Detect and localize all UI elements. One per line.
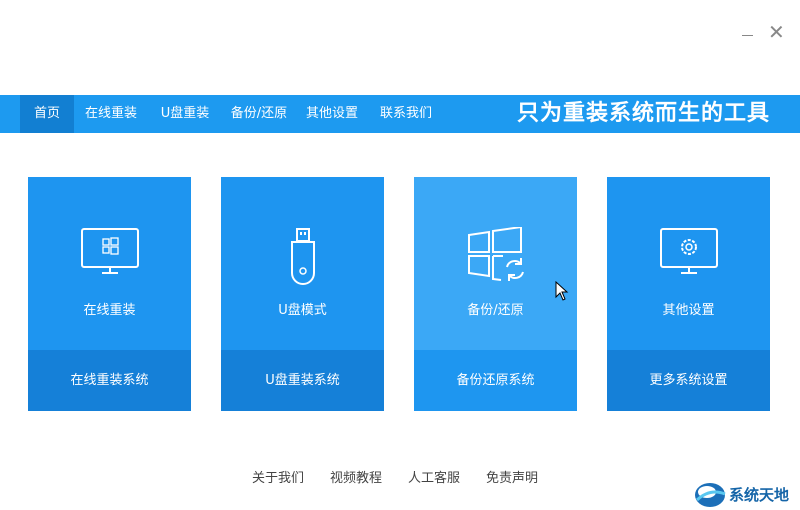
monitor-gear-icon: [607, 227, 770, 285]
nav-tab-usb-reinstall[interactable]: U盘重装: [155, 95, 215, 133]
monitor-windows-icon: [28, 227, 191, 285]
card-title: 备份/还原: [467, 303, 524, 318]
card-top-panel[interactable]: 其他设置: [607, 177, 770, 350]
card-title: U盘模式: [278, 303, 327, 318]
minimize-button[interactable]: [742, 22, 754, 36]
footer-link-about[interactable]: 关于我们: [252, 467, 304, 486]
footer-link-disclaimer[interactable]: 免责声明: [486, 467, 538, 486]
card-top-panel[interactable]: 备份/还原: [414, 177, 577, 350]
watermark: 系统天地: [693, 478, 800, 510]
top-nav-bar: 首页 在线重装 U盘重装 备份/还原 其他设置 联系我们 只为重装系统而生的工具: [0, 95, 800, 133]
footer-link-customer-service[interactable]: 人工客服: [408, 467, 460, 486]
nav-tab-home[interactable]: 首页: [20, 95, 74, 133]
usb-drive-icon: [221, 227, 384, 285]
close-button[interactable]: ✕: [768, 22, 785, 42]
close-icon: ✕: [768, 20, 785, 44]
card-title: 在线重装: [83, 303, 136, 318]
card-other-settings[interactable]: 其他设置 更多系统设置: [607, 177, 770, 411]
card-top-panel[interactable]: U盘模式: [221, 177, 384, 350]
nav-tab-contact-us[interactable]: 联系我们: [376, 95, 436, 133]
watermark-text: 系统天地: [729, 486, 790, 504]
card-usb-mode[interactable]: U盘模式 U盘重装系统: [221, 177, 384, 411]
nav-tab-online-reinstall[interactable]: 在线重装: [80, 95, 142, 133]
card-action-button[interactable]: 更多系统设置: [607, 350, 770, 411]
card-title: 其他设置: [662, 303, 715, 318]
card-backup-restore[interactable]: 备份/还原 备份还原系统: [414, 177, 577, 411]
card-action-button[interactable]: 备份还原系统: [414, 350, 577, 411]
watermark-logo-icon: [695, 483, 726, 507]
mouse-cursor-icon: [555, 281, 569, 301]
nav-tab-other-settings[interactable]: 其他设置: [302, 95, 362, 133]
card-action-button[interactable]: 在线重装系统: [28, 350, 191, 411]
nav-tab-backup-restore[interactable]: 备份/还原: [226, 95, 292, 133]
windows-restore-icon: [414, 227, 577, 285]
card-top-panel[interactable]: 在线重装: [28, 177, 191, 350]
card-online-reinstall[interactable]: 在线重装 在线重装系统: [28, 177, 191, 411]
slogan-text: 只为重装系统而生的工具: [516, 101, 770, 126]
footer-link-video-tutorial[interactable]: 视频教程: [330, 467, 382, 486]
card-action-button[interactable]: U盘重装系统: [221, 350, 384, 411]
